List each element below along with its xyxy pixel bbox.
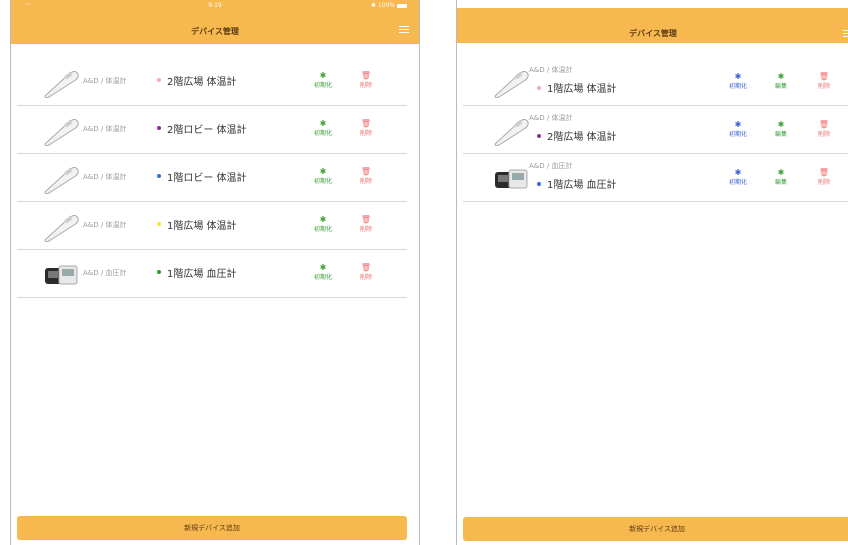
device-row: A&D / 体温計 2階広場 体温計 ✱ 初期化 🗑 削除 bbox=[17, 58, 407, 106]
device-color-dot bbox=[537, 182, 541, 186]
thermometer-icon bbox=[494, 71, 529, 98]
device-name: 2階広場 体温計 bbox=[167, 77, 237, 88]
trash-icon: 🗑 bbox=[818, 120, 830, 129]
bluetooth-icon: ✱ bbox=[777, 168, 785, 177]
thermometer-icon bbox=[44, 119, 79, 146]
bluetooth-icon: ✱ bbox=[734, 168, 742, 177]
device-color-dot bbox=[157, 174, 161, 178]
device-color-dot bbox=[157, 78, 161, 82]
delete-button[interactable]: 🗑 削除 bbox=[351, 71, 381, 89]
device-name: 2階広場 体温計 bbox=[547, 132, 617, 143]
nav-bar: デバイス管理 bbox=[11, 12, 419, 44]
bluetooth-icon: ✱ bbox=[319, 263, 327, 272]
page-title: デバイス管理 bbox=[191, 27, 239, 36]
bluetooth-icon: ✱ bbox=[319, 215, 327, 224]
delete-button[interactable]: 🗑 削除 bbox=[351, 167, 381, 185]
left-device-screen: ◠ 9:19 ✱ 100% デバイス管理 A&D / 体温計 2階広場 体温計 … bbox=[10, 0, 420, 545]
device-maker-label: A&D / 体温計 bbox=[83, 125, 127, 133]
bluetooth-icon: ✱ bbox=[777, 72, 785, 81]
delete-button[interactable]: 🗑 削除 bbox=[351, 215, 381, 233]
initialize-button[interactable]: ✱ 初期化 bbox=[308, 167, 338, 185]
battery-icon bbox=[397, 3, 407, 8]
delete-button[interactable]: 🗑 削除 bbox=[351, 119, 381, 137]
blood-pressure-monitor-icon bbox=[495, 169, 528, 189]
edit-button[interactable]: ✱ 編集 bbox=[766, 72, 796, 90]
delete-button[interactable]: 🗑 削除 bbox=[809, 120, 839, 138]
bluetooth-icon: ✱ bbox=[734, 120, 742, 129]
device-row: A&D / 血圧計 1階広場 血圧計 ✱ 初期化 🗑 削除 bbox=[17, 250, 407, 298]
bluetooth-icon: ✱ bbox=[319, 71, 327, 80]
blood-pressure-monitor-icon bbox=[45, 265, 78, 285]
edit-button[interactable]: ✱ 編集 bbox=[766, 168, 796, 186]
thermometer-icon bbox=[44, 167, 79, 194]
hamburger-menu-icon[interactable] bbox=[843, 30, 848, 38]
device-color-dot bbox=[537, 134, 541, 138]
trash-icon: 🗑 bbox=[818, 72, 830, 81]
hamburger-menu-icon[interactable] bbox=[399, 26, 409, 34]
initialize-button[interactable]: ✱ 初期化 bbox=[308, 71, 338, 89]
device-maker-label: A&D / 血圧計 bbox=[529, 162, 573, 170]
thermometer-icon bbox=[44, 71, 79, 98]
device-list: A&D / 体温計 1階広場 体温計 ✱ 初期化 ✱ 編集 🗑 削除 A&D / 体温… bbox=[463, 58, 848, 202]
device-maker-label: A&D / 体温計 bbox=[529, 66, 573, 74]
thermometer-icon bbox=[494, 119, 529, 146]
edit-button[interactable]: ✱ 編集 bbox=[766, 120, 796, 138]
trash-icon: 🗑 bbox=[360, 71, 372, 80]
thermometer-icon bbox=[44, 215, 79, 242]
nav-bar: デバイス管理 bbox=[457, 8, 848, 43]
trash-icon: 🗑 bbox=[360, 263, 372, 272]
device-name: 1階広場 体温計 bbox=[167, 221, 237, 232]
bluetooth-icon: ✱ bbox=[734, 72, 742, 81]
device-list: A&D / 体温計 2階広場 体温計 ✱ 初期化 🗑 削除 A&D / 体温計 2階… bbox=[17, 58, 407, 298]
device-color-dot bbox=[157, 222, 161, 226]
device-maker-label: A&D / 血圧計 bbox=[83, 269, 127, 277]
page-title: デバイス管理 bbox=[629, 29, 677, 38]
device-name: 1階ロビー 体温計 bbox=[167, 173, 247, 184]
status-bar: ◠ 9:19 ✱ 100% bbox=[11, 0, 419, 12]
device-color-dot bbox=[157, 126, 161, 130]
device-maker-label: A&D / 体温計 bbox=[83, 221, 127, 229]
device-name: 1階広場 体温計 bbox=[547, 84, 617, 95]
add-device-button[interactable]: 新規デバイス追加 bbox=[17, 516, 407, 540]
trash-icon: 🗑 bbox=[360, 215, 372, 224]
initialize-button[interactable]: ✱ 初期化 bbox=[723, 120, 753, 138]
device-color-dot bbox=[157, 270, 161, 274]
initialize-button[interactable]: ✱ 初期化 bbox=[723, 72, 753, 90]
bluetooth-status-icon: ✱ bbox=[370, 2, 378, 9]
status-time: 9:19 bbox=[208, 2, 222, 9]
initialize-button[interactable]: ✱ 初期化 bbox=[308, 263, 338, 281]
battery-percent: 100% bbox=[377, 2, 395, 9]
device-maker-label: A&D / 体温計 bbox=[529, 114, 573, 122]
device-name: 1階広場 血圧計 bbox=[547, 180, 617, 191]
trash-icon: 🗑 bbox=[360, 119, 372, 128]
device-row: A&D / 体温計 2階ロビー 体温計 ✱ 初期化 🗑 削除 bbox=[17, 106, 407, 154]
initialize-button[interactable]: ✱ 初期化 bbox=[723, 168, 753, 186]
initialize-button[interactable]: ✱ 初期化 bbox=[308, 215, 338, 233]
add-device-button[interactable]: 新規デバイス追加 bbox=[463, 517, 848, 541]
delete-button[interactable]: 🗑 削除 bbox=[809, 168, 839, 186]
device-row: A&D / 血圧計 1階広場 血圧計 ✱ 初期化 ✱ 編集 🗑 削除 bbox=[463, 154, 848, 202]
delete-button[interactable]: 🗑 削除 bbox=[809, 72, 839, 90]
trash-icon: 🗑 bbox=[360, 167, 372, 176]
delete-button[interactable]: 🗑 削除 bbox=[351, 263, 381, 281]
bluetooth-icon: ✱ bbox=[319, 119, 327, 128]
device-color-dot bbox=[537, 86, 541, 90]
initialize-button[interactable]: ✱ 初期化 bbox=[308, 119, 338, 137]
device-maker-label: A&D / 体温計 bbox=[83, 77, 127, 85]
device-name: 2階ロビー 体温計 bbox=[167, 125, 247, 136]
device-row: A&D / 体温計 1階広場 体温計 ✱ 初期化 ✱ 編集 🗑 削除 bbox=[463, 58, 848, 106]
device-name: 1階広場 血圧計 bbox=[167, 269, 237, 280]
trash-icon: 🗑 bbox=[818, 168, 830, 177]
bluetooth-icon: ✱ bbox=[777, 120, 785, 129]
right-device-screen: デバイス管理 A&D / 体温計 1階広場 体温計 ✱ 初期化 ✱ 編集 🗑 削除 A… bbox=[456, 0, 848, 545]
device-row: A&D / 体温計 1階ロビー 体温計 ✱ 初期化 🗑 削除 bbox=[17, 154, 407, 202]
device-row: A&D / 体温計 2階広場 体温計 ✱ 初期化 ✱ 編集 🗑 削除 bbox=[463, 106, 848, 154]
device-row: A&D / 体温計 1階広場 体温計 ✱ 初期化 🗑 削除 bbox=[17, 202, 407, 250]
device-maker-label: A&D / 体温計 bbox=[83, 173, 127, 181]
battery-indicator: ✱ 100% bbox=[371, 2, 407, 9]
bluetooth-icon: ✱ bbox=[319, 167, 327, 176]
